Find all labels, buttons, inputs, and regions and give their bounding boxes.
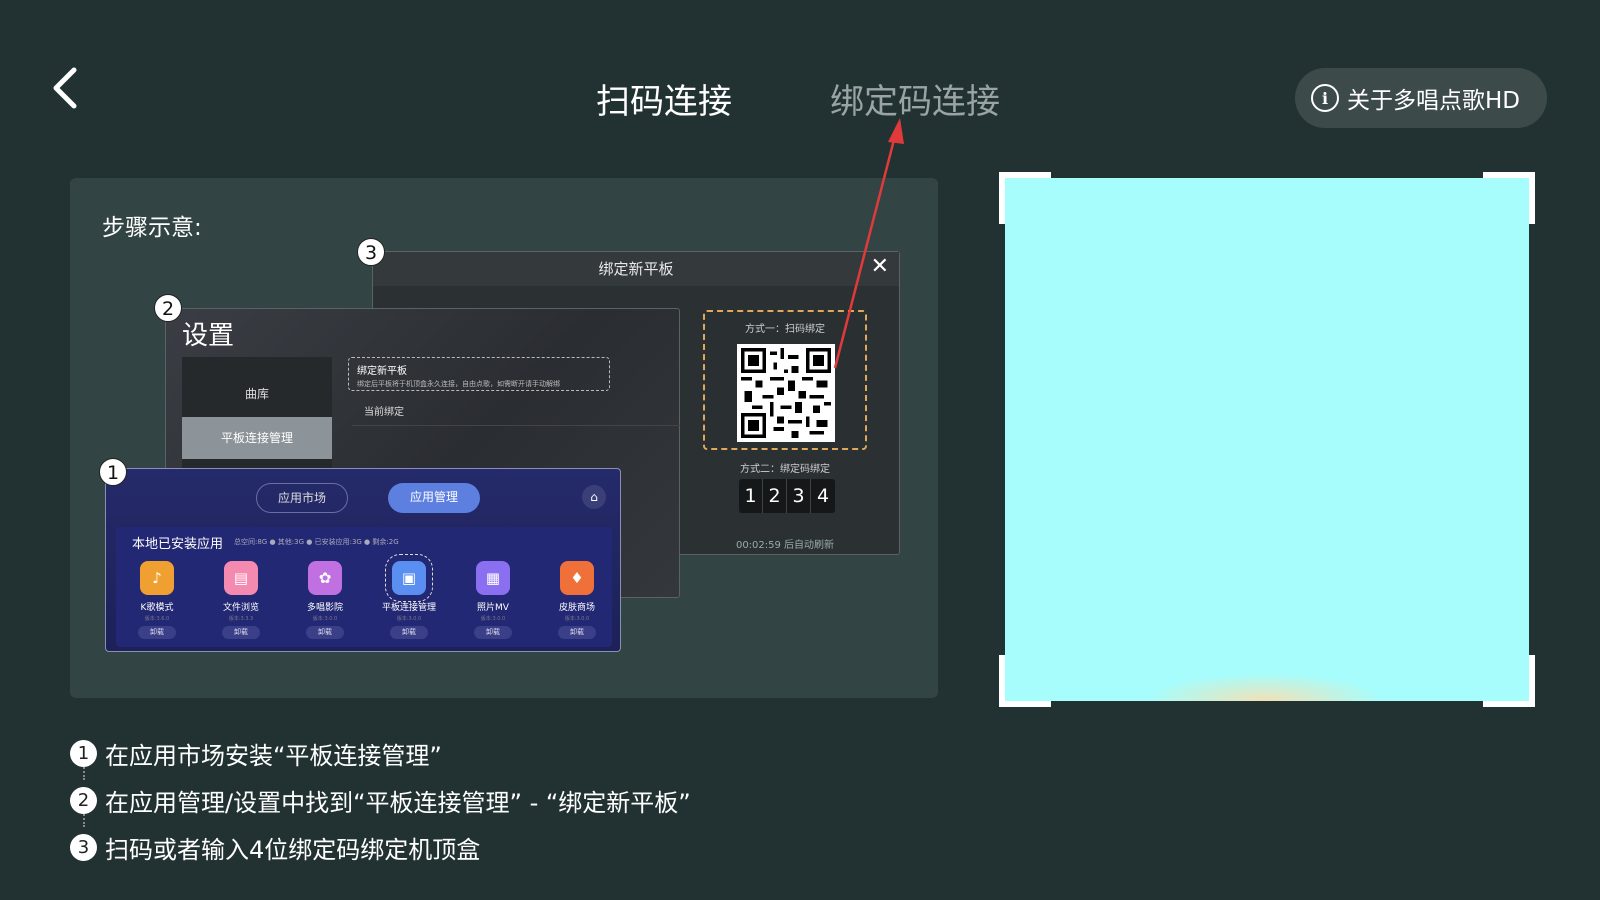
bind-digit: 1 (739, 479, 763, 513)
step-number: 1 (70, 740, 97, 767)
bind-digit: 4 (816, 485, 830, 507)
about-label: 关于多唱点歌HD (1347, 88, 1521, 114)
app-version: 版本:3.0.0 (480, 616, 506, 622)
mock-tab-market: 应用市场 (256, 483, 348, 513)
step-text: 在应用管理/设置中找到“平板连接管理” - “绑定新平板” (105, 789, 691, 817)
app-icon: ▦ (476, 561, 510, 595)
app-name: 皮肤商场 (558, 603, 595, 613)
app-uninstall: 卸载 (222, 626, 260, 639)
mock-bind-new-row: 绑定新平板 绑定后平板将于机顶盒永久连接，自由点歌，如需断开请手动解绑 (348, 357, 610, 391)
panel-title: 步骤示意: (102, 215, 202, 241)
app-name: 多唱影院 (306, 603, 343, 613)
qr-code-area[interactable] (999, 172, 1535, 707)
app-version: 版本:3.0.0 (396, 616, 422, 622)
app-uninstall: 卸载 (390, 626, 428, 639)
frame-corner (1483, 172, 1535, 224)
app-uninstall: 卸载 (306, 626, 344, 639)
app-icon: ♪ (140, 561, 174, 595)
app-icon: ▤ (224, 561, 258, 595)
step-item-2: 2 在应用管理/设置中找到“平板连接管理” - “绑定新平板” (70, 777, 691, 824)
step-list: 1 在应用市场安装“平板连接管理” 2 在应用管理/设置中找到“平板连接管理” … (70, 730, 691, 871)
app-icon: ✿ (308, 561, 342, 595)
mock-app-tile: ▣ 平板连接管理版本:3.0.0 卸载 (374, 554, 444, 639)
steps-illustration-panel: 步骤示意: 绑定新平板 ✕ 方式一：扫码绑定 方式二：绑定码绑定 1 2 3 4… (70, 178, 938, 698)
mock-refresh-text: 00:02:59 后自动刷新 (735, 540, 835, 551)
step-item-1: 1 在应用市场安装“平板连接管理” (70, 730, 691, 777)
frame-corner (999, 655, 1051, 707)
frame-corner (999, 172, 1051, 224)
app-version: 版本:3.0.0 (312, 616, 338, 622)
bind-digit: 2 (763, 479, 787, 513)
mock-app-tile: ♦ 皮肤商场版本:3.0.0 卸载 (542, 561, 612, 639)
divider (352, 425, 680, 426)
mock-app-tile: ✿ 多唱影院版本:3.0.0 卸载 (290, 561, 360, 639)
mock-bind-code: 1 2 3 4 (739, 479, 835, 513)
mock-tab-manage: 应用管理 (388, 483, 480, 513)
step-badge-2: 2 (154, 294, 182, 322)
app-icon: ▣ (385, 554, 433, 602)
step-number: 2 (70, 787, 97, 814)
app-uninstall: 卸载 (138, 626, 176, 639)
app-version: 版本:3.6.0 (144, 616, 170, 622)
app-uninstall: 卸载 (558, 626, 596, 639)
app-version: 版本:3.0.0 (564, 616, 590, 622)
app-uninstall: 卸载 (474, 626, 512, 639)
about-button[interactable]: i 关于多唱点歌HD (1295, 68, 1547, 128)
bind-digit: 3 (787, 479, 811, 513)
mock-current-bind: 当前绑定 (364, 407, 404, 418)
step-item-3: 3 扫码或者输入4位绑定码绑定机顶盒 (70, 824, 691, 871)
home-icon: ⌂ (582, 485, 606, 509)
step-number: 3 (70, 834, 97, 861)
mock-sidebar-item-selected: 平板连接管理 (182, 417, 332, 459)
qr-code-icon (737, 344, 835, 442)
close-icon: ✕ (870, 254, 889, 279)
mock-installed-apps: 本地已安装应用 总空间:8G ● 其他:3G ● 已安装应用:3G ● 剩余:2… (116, 527, 612, 647)
mock-app-tile: ♪ K歌模式版本:3.6.0 卸载 (122, 561, 192, 639)
tab-bindcode-connect[interactable]: 绑定码连接 (830, 74, 1000, 123)
app-name: 文件浏览 (222, 603, 259, 613)
mock-row-title: 绑定新平板 (357, 366, 407, 377)
mock-method2-label: 方式二：绑定码绑定 (740, 464, 830, 475)
mock-storage-stats: 总空间:8G ● 其他:3G ● 已安装应用:3G ● 剩余:2G (234, 538, 399, 546)
mock-settings-title: 设置 (182, 321, 235, 351)
mock-section-title: 本地已安装应用 (132, 537, 224, 552)
mock-qr-box: 方式一：扫码绑定 (703, 310, 867, 450)
app-name: 照片MV (477, 603, 509, 613)
mock-app-tile: ▦ 照片MV 版本:3.0.0 卸载 (458, 561, 528, 639)
step-text: 在应用市场安装“平板连接管理” (105, 742, 442, 770)
info-icon: i (1311, 84, 1339, 112)
step-badge-1: 1 (99, 458, 127, 486)
app-version: 版本:3.3.3 (228, 616, 254, 622)
frame-corner (1483, 655, 1535, 707)
step-badge-3: 3 (357, 238, 385, 266)
mock-app-manager-window: 应用市场 应用管理 ⌂ 本地已安装应用 总空间:8G ● 其他:3G ● 已安装… (105, 468, 621, 652)
app-icon: ♦ (560, 561, 594, 595)
step-text: 扫码或者输入4位绑定码绑定机顶盒 (105, 836, 481, 864)
app-name: K歌模式 (140, 603, 174, 613)
mock-row-desc: 绑定后平板将于机顶盒永久连接，自由点歌，如需断开请手动解绑 (357, 380, 560, 388)
tab-scan-connect[interactable]: 扫码连接 (596, 74, 732, 123)
glow (1145, 673, 1385, 701)
app-name: 平板连接管理 (381, 603, 436, 613)
mock-sidebar-item: 曲库 (244, 387, 269, 401)
mock-method1-label: 方式一：扫码绑定 (745, 324, 825, 335)
mock-app-tile: ▤ 文件浏览版本:3.3.3 卸载 (206, 561, 276, 639)
mock-bind-title: 绑定新平板 (373, 252, 899, 286)
